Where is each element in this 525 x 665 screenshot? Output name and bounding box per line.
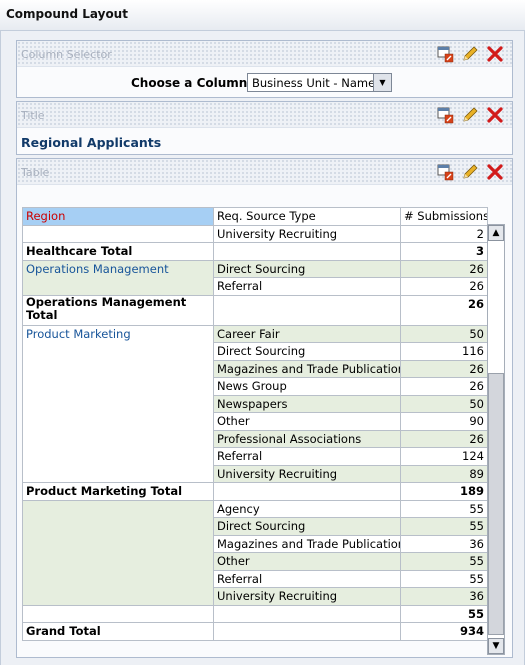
- edit-pencil-icon[interactable]: [461, 163, 479, 181]
- submissions-cell: 50: [400, 324, 488, 343]
- compound-layout-header: Compound Layout: [0, 0, 525, 31]
- submissions-cell: 55: [400, 604, 488, 623]
- source-cell: Professional Associations: [213, 429, 401, 448]
- region-total-cell: Operations Management Total: [22, 294, 214, 326]
- edit-pencil-icon[interactable]: [461, 45, 479, 63]
- source-cell: University Recruiting: [213, 587, 401, 606]
- page-title: Compound Layout: [6, 7, 128, 21]
- source-cell: Referral: [213, 277, 401, 296]
- section-title: Column Selector: [21, 48, 112, 61]
- submissions-cell: 89: [400, 464, 488, 483]
- submissions-cell: 36: [400, 587, 488, 606]
- properties-icon[interactable]: [436, 163, 454, 181]
- submissions-cell: 55: [400, 552, 488, 571]
- source-cell: University Recruiting: [213, 224, 401, 243]
- submissions-cell: 90: [400, 412, 488, 431]
- source-cell: [213, 242, 401, 261]
- properties-icon[interactable]: [436, 45, 454, 63]
- source-cell: Direct Sourcing: [213, 517, 401, 536]
- section-title: Table: [21, 166, 50, 179]
- compound-layout-body: Column Selector Choose a Column: Busines…: [0, 31, 525, 665]
- table-row: Operations Management Direct Sourcing 26: [22, 259, 488, 296]
- table-row: Product Marketing Career Fair 50: [22, 324, 488, 483]
- grand-total-value: 934: [400, 622, 488, 641]
- source-cell: Other: [213, 552, 401, 571]
- region-cell: [22, 224, 214, 243]
- table-header-row: Region Req. Source Type # Submissions: [22, 207, 488, 226]
- column-header-submissions[interactable]: # Submissions: [400, 207, 488, 226]
- edit-pencil-icon[interactable]: [461, 106, 479, 124]
- table-row: Agency 55: [22, 499, 488, 606]
- source-cell: Newspapers: [213, 394, 401, 413]
- delete-x-icon[interactable]: [486, 45, 504, 63]
- source-cell: Agency: [213, 499, 401, 518]
- grand-total-row: Grand Total 934: [22, 622, 488, 641]
- table-view-header: Table: [17, 159, 512, 185]
- choose-column-label: Choose a Column:: [131, 76, 253, 90]
- submissions-cell: 2: [400, 224, 488, 243]
- grand-total-label: Grand Total: [22, 622, 214, 641]
- chevron-down-icon[interactable]: ▼: [373, 74, 391, 91]
- region-cell[interactable]: Product Marketing: [22, 324, 214, 483]
- source-cell: Direct Sourcing: [213, 259, 401, 278]
- submissions-cell: 116: [400, 342, 488, 361]
- submissions-cell: 26: [400, 259, 488, 278]
- table-row: Product Marketing Total 189: [22, 482, 488, 501]
- section-title: Title: [21, 109, 45, 122]
- submissions-cell: 55: [400, 569, 488, 588]
- table-scrollbar[interactable]: ▲ ▼: [487, 224, 505, 655]
- scroll-up-arrow-icon[interactable]: ▲: [488, 225, 504, 241]
- source-cell: Referral: [213, 447, 401, 466]
- region-cell: [22, 499, 214, 606]
- submissions-cell: 26: [400, 359, 488, 378]
- submissions-cell: 50: [400, 394, 488, 413]
- table-row: Healthcare Total 3: [22, 242, 488, 261]
- title-view-header: Title: [17, 102, 512, 128]
- region-total-cell: Product Marketing Total: [22, 482, 214, 501]
- source-cell: [213, 294, 401, 326]
- source-cell: [213, 622, 401, 641]
- submissions-cell: 26: [400, 429, 488, 448]
- region-cell[interactable]: Operations Management: [22, 259, 214, 296]
- applicants-table: Region Req. Source Type # Submissions Un…: [22, 207, 488, 641]
- scroll-down-arrow-icon[interactable]: ▼: [488, 638, 504, 654]
- region-total-cell: [22, 604, 214, 623]
- column-header-region[interactable]: Region: [22, 207, 214, 226]
- column-select-value: Business Unit - Name: [252, 76, 373, 90]
- submissions-cell: 124: [400, 447, 488, 466]
- table-row: Operations Management Total 26: [22, 294, 488, 326]
- source-cell: Magazines and Trade Publications: [213, 359, 401, 378]
- submissions-cell: 55: [400, 517, 488, 536]
- source-cell: News Group: [213, 377, 401, 396]
- column-selector-view: Column Selector Choose a Column: Busines…: [16, 40, 513, 98]
- scrollbar-thumb[interactable]: [488, 373, 504, 635]
- source-cell: Other: [213, 412, 401, 431]
- table-row: University Recruiting 2: [22, 224, 488, 243]
- region-total-cell: Healthcare Total: [22, 242, 214, 261]
- delete-x-icon[interactable]: [486, 106, 504, 124]
- source-cell: Career Fair: [213, 324, 401, 343]
- column-header-source[interactable]: Req. Source Type: [213, 207, 401, 226]
- submissions-cell: 36: [400, 534, 488, 553]
- source-cell: [213, 482, 401, 501]
- properties-icon[interactable]: [436, 106, 454, 124]
- column-selector-header: Column Selector: [17, 41, 512, 67]
- submissions-cell: 26: [400, 377, 488, 396]
- delete-x-icon[interactable]: [486, 163, 504, 181]
- column-select-dropdown[interactable]: Business Unit - Name ▼: [247, 73, 392, 92]
- submissions-cell: 26: [400, 294, 488, 326]
- report-title: Regional Applicants: [21, 135, 162, 150]
- source-cell: Direct Sourcing: [213, 342, 401, 361]
- table-view: Table Region Req. Source Type # Submissi…: [16, 158, 513, 658]
- title-view: Title Regional Applicants: [16, 101, 513, 155]
- submissions-cell: 55: [400, 499, 488, 518]
- source-cell: University Recruiting: [213, 464, 401, 483]
- source-cell: Referral: [213, 569, 401, 588]
- source-cell: Magazines and Trade Publications: [213, 534, 401, 553]
- source-cell: [213, 604, 401, 623]
- table-row: 55: [22, 604, 488, 623]
- submissions-cell: 26: [400, 277, 488, 296]
- submissions-cell: 189: [400, 482, 488, 501]
- submissions-cell: 3: [400, 242, 488, 261]
